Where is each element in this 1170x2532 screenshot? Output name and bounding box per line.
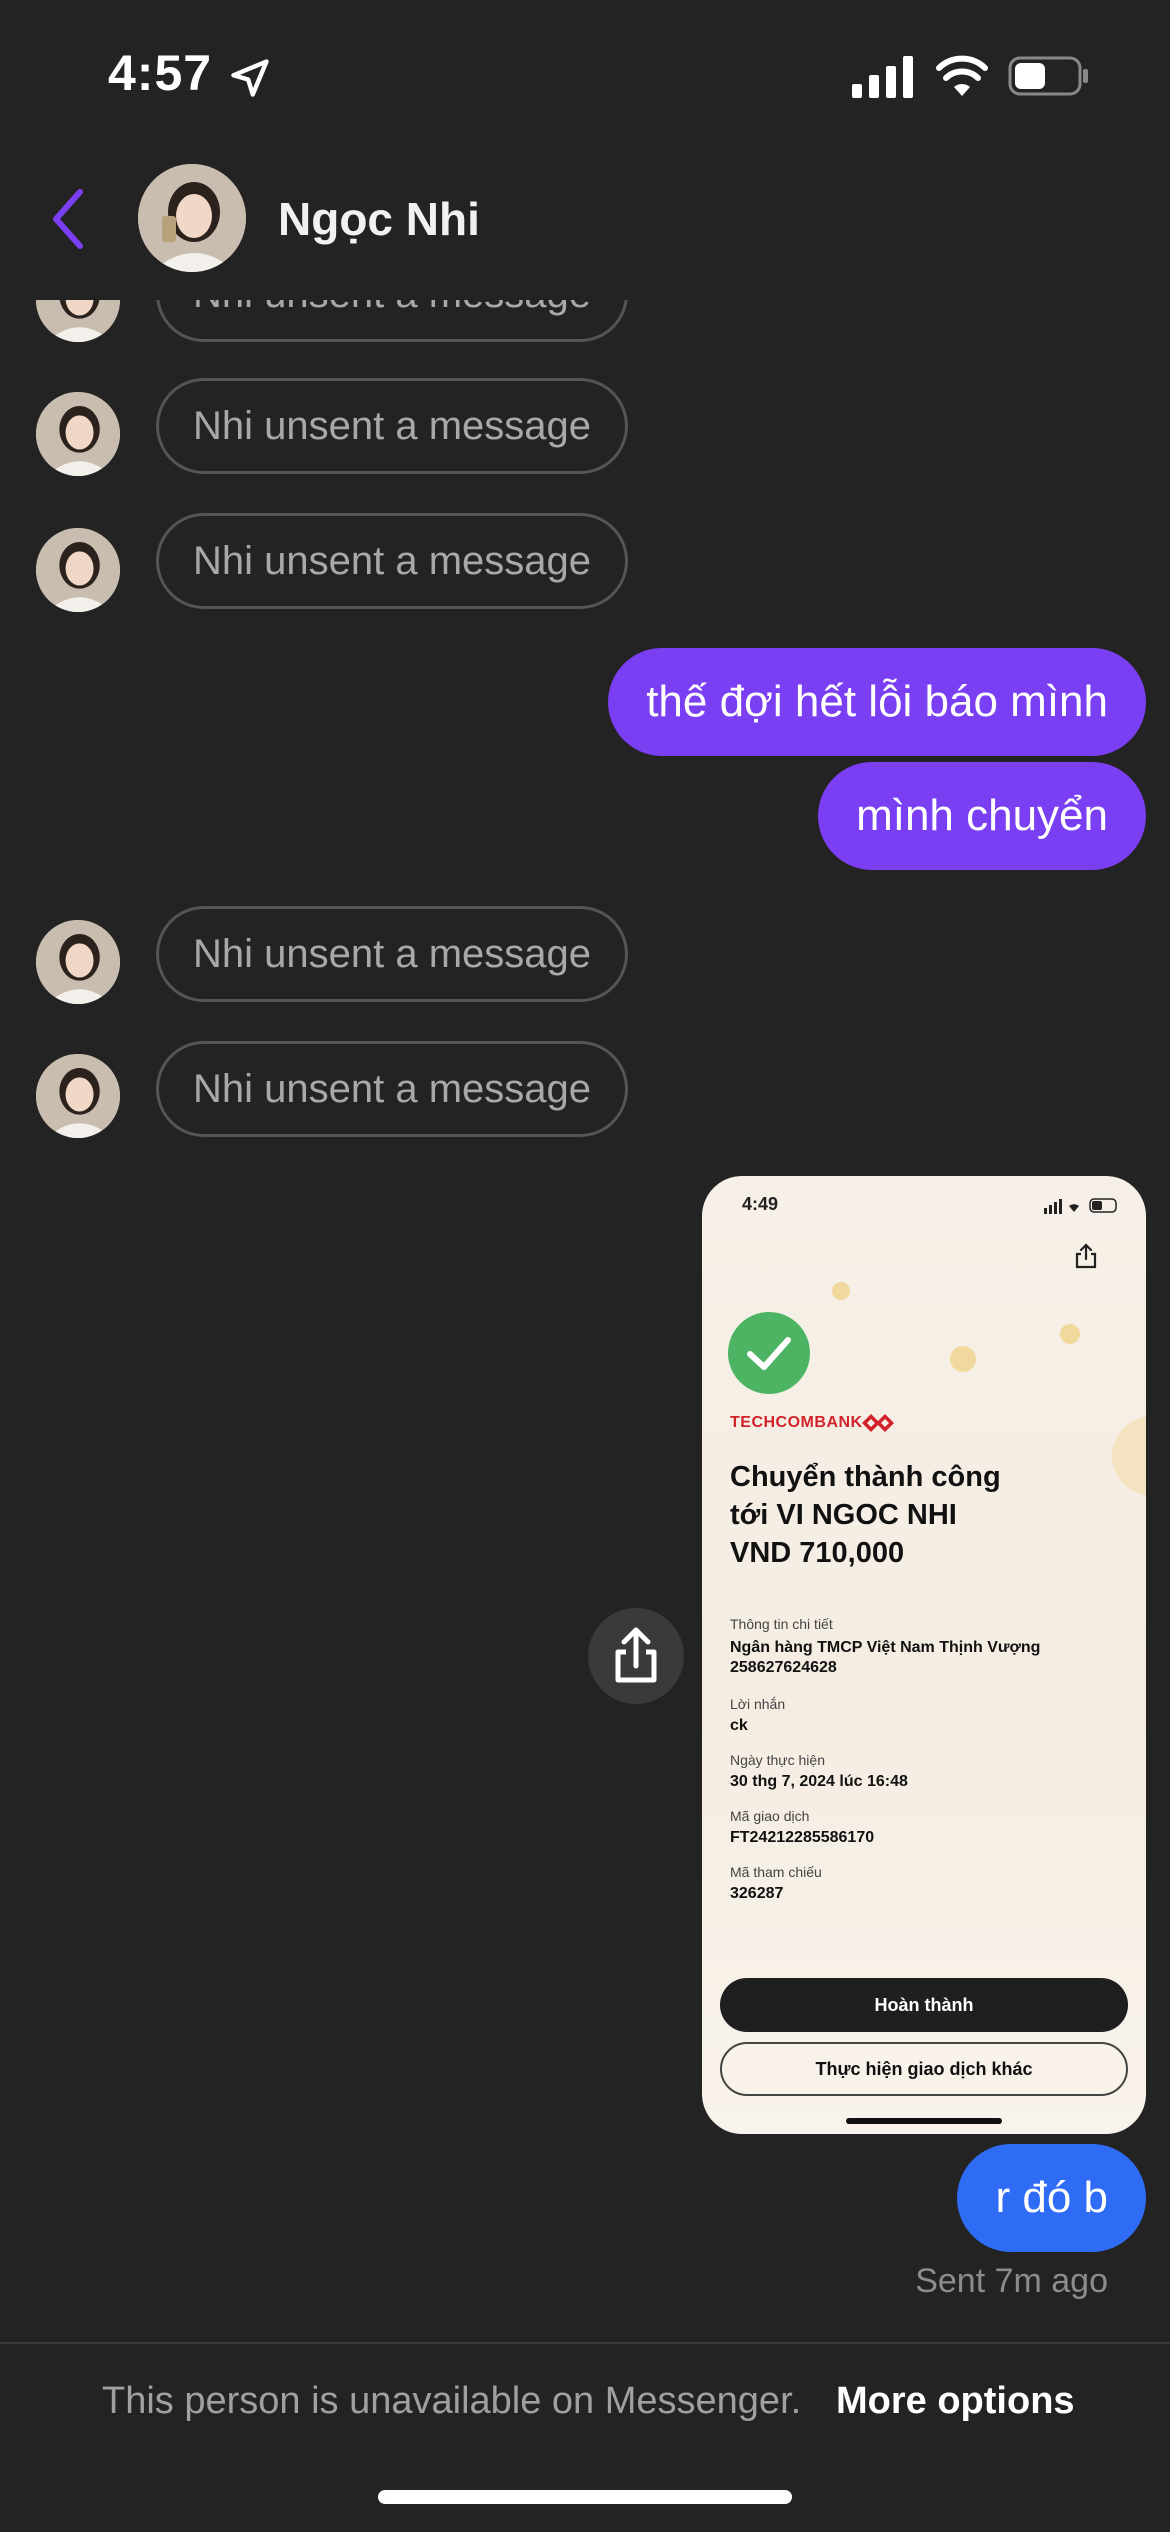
receipt-title-line: Chuyển thành công	[730, 1461, 1001, 1493]
receipt-done-button: Hoàn thành	[720, 1978, 1128, 2032]
share-icon	[615, 1627, 657, 1683]
bank-logo-text: TECHCOMBANK	[730, 1414, 863, 1431]
receipt-amount: VND 710,000	[730, 1537, 905, 1569]
receipt-status-time: 4:49	[742, 1194, 779, 1214]
unsent-message-pill: Nhi unsent a message	[156, 1041, 629, 1137]
message-label: Lời nhắn	[730, 1696, 786, 1712]
footer-divider	[0, 2342, 1170, 2344]
battery-icon	[1008, 56, 1088, 96]
receipt-other-transaction-button: Thực hiện giao dịch khác	[720, 2042, 1128, 2096]
unavailable-notice: This person is unavailable on Messenger.	[102, 2380, 802, 2422]
unsent-message-pill: Nhi unsent a message	[156, 906, 629, 1002]
outgoing-message[interactable]: r đó b	[957, 2144, 1146, 2252]
account-number: 258627624628	[730, 1659, 837, 1676]
date-label: Ngày thực hiện	[730, 1752, 825, 1768]
decor-dot	[832, 1282, 850, 1300]
receipt-image-attachment[interactable]: 4:49 TECHCOMBANK Chuyển thành công tới V…	[702, 1176, 1146, 2134]
bank-logo-icon	[862, 1414, 894, 1432]
decor-dot	[950, 1346, 976, 1372]
decor-dot	[1060, 1324, 1080, 1344]
contact-name[interactable]: Ngọc Nhi	[278, 192, 480, 246]
bank-name: Ngân hàng TMCP Việt Nam Thịnh Vượng	[730, 1639, 1041, 1656]
receipt-title-line: tới VI NGOC NHI	[730, 1499, 957, 1531]
outgoing-message[interactable]: thế đợi hết lỗi báo mình	[608, 648, 1146, 756]
unsent-message-pill: Nhi unsent a message	[156, 513, 629, 609]
reference-value: 326287	[730, 1885, 784, 1902]
message-avatar	[36, 1054, 120, 1138]
message-avatar	[36, 920, 120, 1004]
receipt-home-indicator	[846, 2118, 1002, 2124]
receipt-share-icon	[1075, 1243, 1097, 1269]
receipt-status-icons	[1044, 1198, 1117, 1214]
sent-status: Sent 7m ago	[915, 2262, 1108, 2300]
detail-label: Thông tin chi tiết	[730, 1616, 833, 1632]
message-value: ck	[730, 1717, 748, 1734]
share-button[interactable]	[588, 1608, 684, 1704]
outgoing-message[interactable]: mình chuyển	[818, 762, 1146, 870]
date-value: 30 thg 7, 2024 lúc 16:48	[730, 1773, 908, 1790]
location-arrow-icon	[231, 59, 269, 97]
reference-label: Mã tham chiếu	[730, 1864, 822, 1880]
unsent-message-pill: Nhi unsent a message	[156, 378, 629, 474]
signal-icon	[852, 56, 913, 98]
home-indicator[interactable]	[378, 2490, 792, 2504]
wifi-icon	[936, 55, 988, 96]
more-options-link[interactable]: More options	[836, 2380, 1075, 2423]
message-avatar	[36, 392, 120, 476]
receipt-title: Chuyển thành công tới VI NGOC NHI VND 71…	[730, 1458, 1130, 1572]
contact-avatar[interactable]	[138, 164, 246, 272]
back-chevron-icon[interactable]	[46, 186, 90, 252]
checkmark-icon	[747, 1337, 791, 1370]
transaction-label: Mã giao dịch	[730, 1808, 810, 1824]
success-check	[728, 1312, 810, 1394]
status-time: 4:57	[108, 45, 213, 101]
message-avatar	[36, 528, 120, 612]
transaction-value: FT24212285586170	[730, 1829, 875, 1846]
